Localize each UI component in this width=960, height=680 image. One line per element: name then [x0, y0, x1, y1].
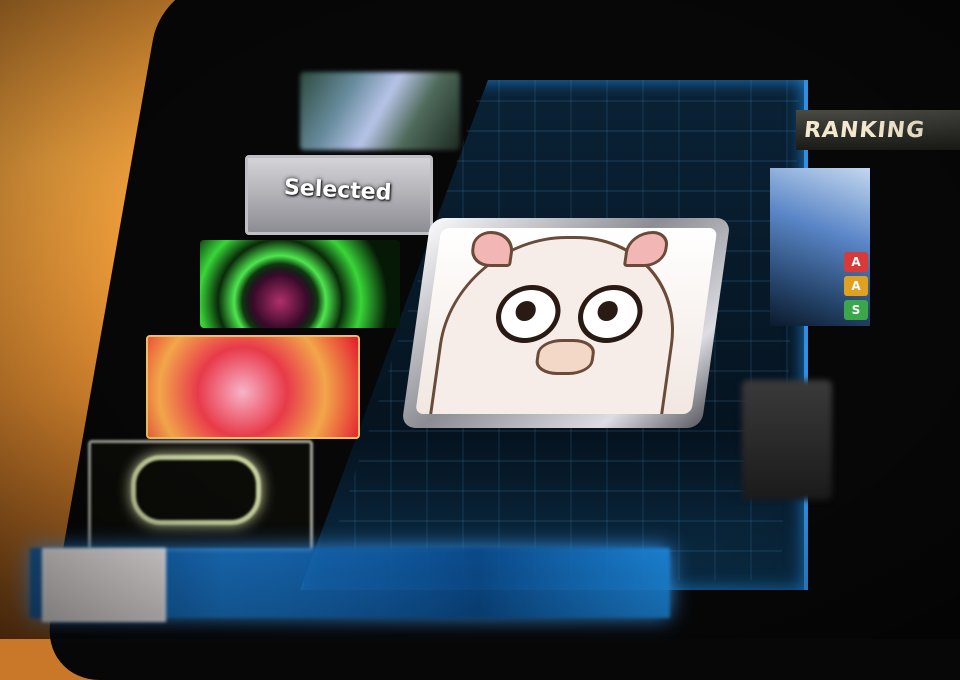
ranking-blurred-item [742, 380, 832, 500]
selected-song-jacket-large[interactable] [401, 218, 731, 428]
song-jacket-2-selected[interactable]: Selected [245, 155, 433, 235]
cat-nose [533, 339, 597, 375]
selected-label: Selected [283, 175, 393, 206]
song-jacket-3[interactable] [200, 240, 400, 328]
cat-artwork [415, 228, 718, 414]
glow-shape [131, 455, 261, 525]
cat-eye-left [492, 285, 565, 343]
cat-eye-right [574, 285, 647, 343]
ranking-title: RANKING [802, 118, 927, 143]
song-jacket-1[interactable] [300, 72, 460, 150]
song-jacket-5[interactable] [88, 440, 313, 552]
rank-badge-1: A [844, 252, 868, 272]
cat-ear-right [622, 231, 670, 267]
song-jacket-4[interactable] [146, 335, 360, 439]
cat-face [422, 231, 689, 414]
rank-badge-2: A [844, 276, 868, 296]
cat-ear-left [468, 231, 516, 267]
game-screen: Selected RANKING A A S [0, 0, 960, 639]
ranking-header: RANKING [796, 110, 960, 150]
rank-badge-3: S [844, 300, 868, 320]
bottom-jacket-thumbnail [42, 548, 166, 622]
